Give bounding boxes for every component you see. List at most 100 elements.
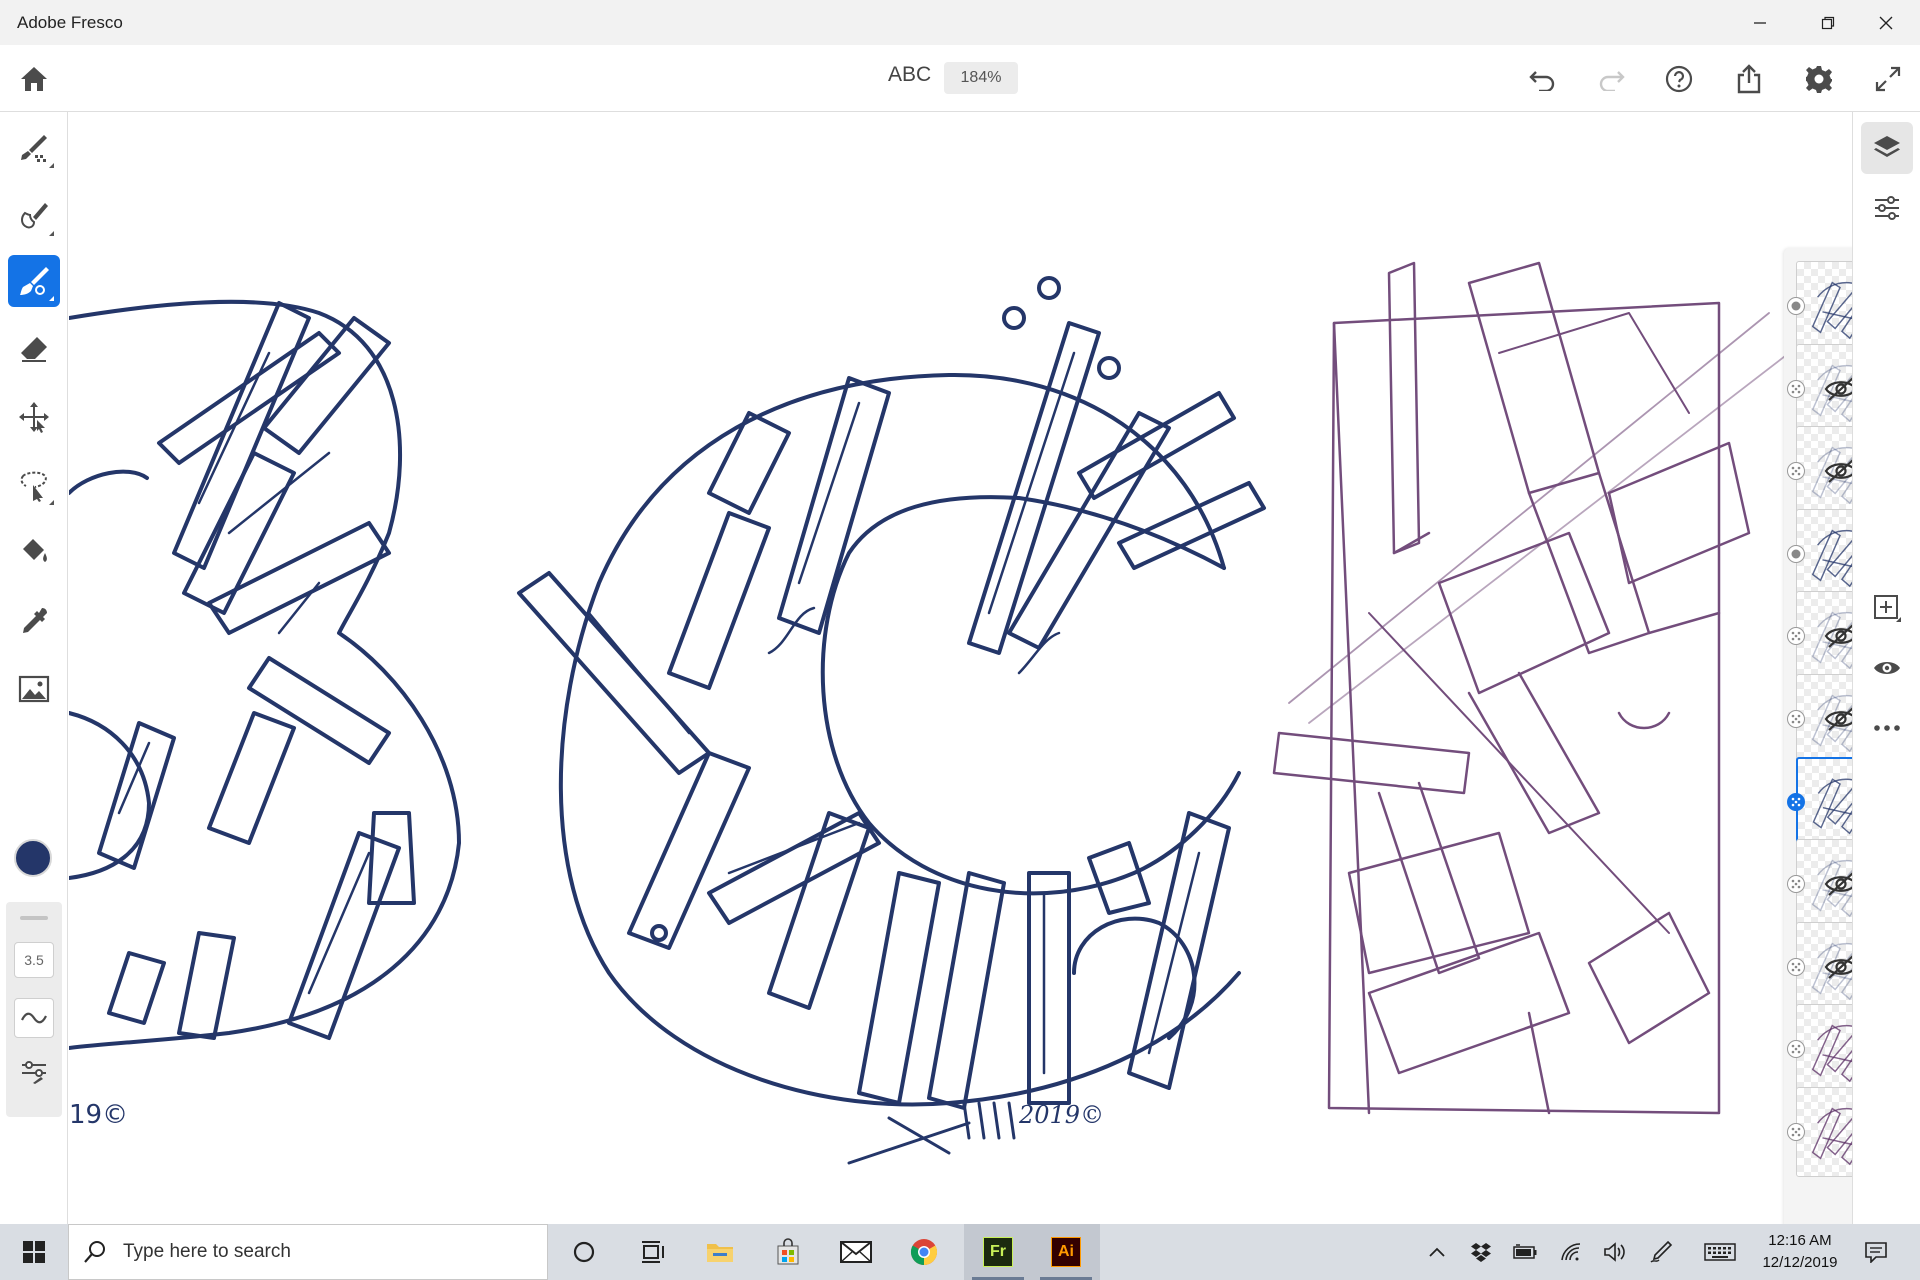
clock-date: 12/12/2019 <box>1762 1254 1838 1271</box>
vector-layer-icon <box>1791 1127 1801 1137</box>
undo-button[interactable] <box>1521 57 1565 101</box>
home-icon <box>21 67 47 91</box>
add-layer-icon <box>1874 595 1901 622</box>
illustrator-app-icon: Ai <box>1051 1237 1081 1267</box>
vector-layer-indicator[interactable] <box>1787 957 1805 976</box>
wifi-icon <box>1561 1243 1581 1261</box>
tray-battery[interactable] <box>1510 1224 1540 1280</box>
folder-icon <box>707 1244 733 1262</box>
brush-settings-button[interactable] <box>14 1052 54 1092</box>
transform-tool[interactable] <box>8 391 60 443</box>
zoom-level-badge[interactable]: 184% <box>944 62 1018 94</box>
vector-brush-tool[interactable] <box>8 255 60 307</box>
color-swatch[interactable] <box>14 839 52 877</box>
close-icon <box>1879 16 1893 29</box>
pixel-layer-icon <box>1791 301 1801 311</box>
eraser-icon <box>21 337 47 362</box>
letter-c-drawing: 2019© <box>517 276 1266 1165</box>
fullscreen-button[interactable] <box>1866 57 1910 101</box>
taskbar-mail[interactable] <box>822 1224 890 1280</box>
cortana-button[interactable] <box>550 1224 618 1280</box>
more-icon <box>1874 725 1900 731</box>
taskbar-fresco[interactable]: Fr <box>964 1224 1032 1280</box>
clock-time: 12:16 AM <box>1768 1232 1832 1249</box>
vector-brush-icon <box>20 267 49 295</box>
taskbar-microsoft-store[interactable] <box>754 1224 822 1280</box>
letter-d-sketch <box>1272 261 1790 1115</box>
live-brush-tool[interactable] <box>8 190 60 242</box>
task-view-button[interactable] <box>618 1224 686 1280</box>
fill-tool[interactable] <box>8 527 60 579</box>
search-placeholder: Type here to search <box>123 1241 291 1262</box>
share-icon <box>1737 64 1761 94</box>
taskbar-clock[interactable]: 12:16 AM 12/12/2019 <box>1750 1230 1850 1274</box>
action-center-button[interactable] <box>1856 1224 1896 1280</box>
chevron-up-icon <box>1429 1247 1445 1257</box>
live-brush-icon <box>21 203 48 229</box>
tray-touch-keyboard[interactable] <box>1700 1224 1740 1280</box>
vector-layer-indicator[interactable] <box>1787 710 1805 728</box>
settings-button[interactable] <box>1797 57 1841 101</box>
layer-preview <box>1811 281 1852 340</box>
tray-pen-workspace[interactable] <box>1646 1224 1676 1280</box>
redo-icon <box>1599 71 1625 91</box>
b-signature: 19© <box>69 1100 128 1130</box>
eye-hidden-icon <box>1824 955 1852 979</box>
task-view-icon <box>642 1241 664 1263</box>
pixel-layer-indicator[interactable] <box>1787 544 1805 563</box>
vector-layer-indicator[interactable] <box>1787 792 1805 811</box>
paint-bucket-icon <box>23 539 47 562</box>
tray-volume[interactable] <box>1600 1224 1630 1280</box>
close-button[interactable] <box>1852 0 1920 45</box>
taskbar-illustrator[interactable]: Ai <box>1032 1224 1100 1280</box>
expand-icon <box>1875 66 1901 92</box>
vector-layer-indicator[interactable] <box>1787 1123 1805 1141</box>
tray-dropbox[interactable] <box>1466 1224 1496 1280</box>
taskbar-chrome[interactable] <box>890 1224 958 1280</box>
eraser-tool[interactable] <box>8 323 60 375</box>
share-button[interactable] <box>1727 57 1771 101</box>
brush-size-field[interactable]: 3.5 <box>14 942 54 978</box>
add-layer-button[interactable] <box>1861 582 1913 634</box>
help-button[interactable] <box>1657 57 1701 101</box>
drawing-canvas[interactable]: 19© 2019© <box>69 113 1852 1224</box>
layer-properties-button[interactable] <box>1861 182 1913 234</box>
more-options-button[interactable] <box>1861 702 1913 754</box>
eye-hidden-icon <box>1824 707 1852 731</box>
tray-network[interactable] <box>1556 1224 1586 1280</box>
layer-preview <box>1811 1107 1852 1166</box>
layer-preview <box>1811 1024 1852 1083</box>
vector-layer-indicator[interactable] <box>1787 379 1805 398</box>
taskbar-search-box[interactable]: Type here to search <box>68 1224 548 1280</box>
home-button[interactable] <box>12 57 56 101</box>
eyedropper-icon <box>23 608 47 633</box>
place-image-tool[interactable] <box>8 663 60 715</box>
tool-options-indicator <box>49 500 54 505</box>
brush-settings-panel: 3.5 <box>6 902 62 1117</box>
fresco-app-icon: Fr <box>983 1237 1013 1267</box>
pixel-layer-indicator[interactable] <box>1787 297 1805 315</box>
vector-layer-icon <box>1791 1045 1801 1054</box>
selection-tool[interactable] <box>8 459 60 511</box>
show-hidden-icons-button[interactable] <box>1422 1224 1452 1280</box>
pen-icon <box>1650 1240 1673 1263</box>
start-button[interactable] <box>0 1224 68 1280</box>
stroke-smoothing-button[interactable] <box>14 998 54 1038</box>
minimize-button[interactable] <box>1726 0 1794 45</box>
taskbar-file-explorer[interactable] <box>686 1224 754 1280</box>
layers-button[interactable] <box>1861 122 1913 174</box>
windows-logo-icon <box>23 1241 45 1263</box>
right-toolbar <box>1852 112 1920 1224</box>
pixel-brush-tool[interactable] <box>8 122 60 174</box>
document-title[interactable]: ABC <box>888 63 931 87</box>
window-title: Adobe Fresco <box>17 13 123 32</box>
eye-hidden-icon <box>1824 872 1852 896</box>
eyedropper-tool[interactable] <box>8 595 60 647</box>
panel-grip[interactable] <box>20 916 48 920</box>
vector-layer-icon <box>1791 466 1801 476</box>
layer-preview <box>1812 777 1852 834</box>
redo-button[interactable] <box>1589 57 1633 101</box>
toggle-visibility-button[interactable] <box>1861 642 1913 694</box>
lasso-select-icon <box>20 471 47 502</box>
left-toolbar: 3.5 <box>0 112 68 1224</box>
